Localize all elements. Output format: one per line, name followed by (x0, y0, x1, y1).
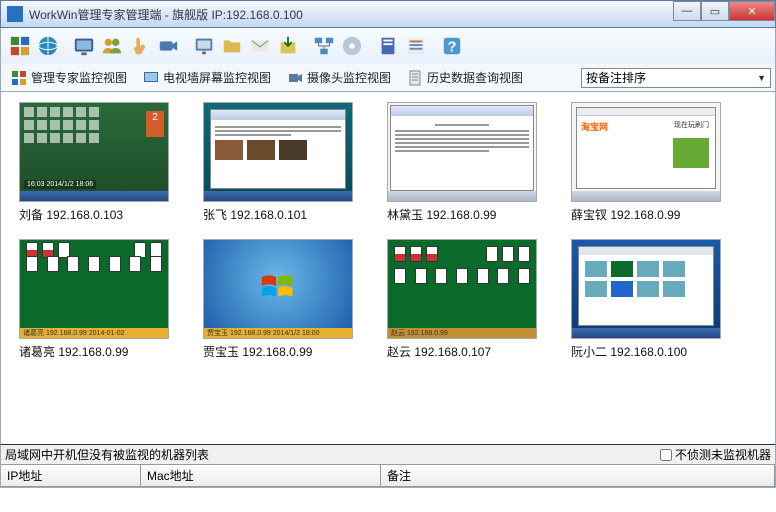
window-controls: — ▭ ✕ (673, 1, 775, 21)
window-title: WorkWin管理专家管理端 - 旗舰版 IP:192.168.0.100 (29, 6, 303, 23)
client-thumb[interactable]: 阮小二 192.168.0.100 (571, 239, 721, 360)
client-thumb[interactable]: 张飞 192.168.0.101 (203, 102, 353, 223)
svg-text:?: ? (448, 40, 457, 56)
maximize-button[interactable]: ▭ (701, 1, 729, 21)
client-caption: 阮小二 192.168.0.100 (571, 343, 687, 360)
thumbnail-grid: 2 16:03 2014/1/2 18:06 刘备 192.168.0.103 … (0, 92, 776, 444)
client-caption: 贾宝玉 192.168.0.99 (203, 343, 312, 360)
tab-label: 历史数据查询视图 (427, 69, 523, 86)
screenshot-preview: 赵云 192.168.0.99 (387, 239, 537, 339)
disc-icon[interactable] (339, 33, 365, 59)
tab-expert-monitor[interactable]: 管理专家监控视图 (5, 67, 133, 88)
status-strip: 赵云 192.168.0.99 (388, 328, 536, 338)
tv-icon (143, 70, 159, 86)
client-thumb[interactable]: 赵云 192.168.0.99 赵云 192.168.0.107 (387, 239, 537, 360)
globe-icon[interactable] (35, 33, 61, 59)
checkbox-input[interactable] (660, 449, 672, 461)
panel-title: 局域网中开机但没有被监视的机器列表 (5, 446, 209, 463)
client-caption: 诸葛亮 192.168.0.99 (19, 343, 128, 360)
client-thumb[interactable]: 诸葛亮 192.168.0.99 2014-01-02 诸葛亮 192.168.… (19, 239, 169, 360)
minimize-button[interactable]: — (673, 1, 701, 21)
status-strip: 贾宝玉 192.168.0.99 2014/1/2 18:00 (204, 328, 352, 338)
client-caption: 林黛玉 192.168.0.99 (387, 206, 496, 223)
chevron-down-icon: ▼ (757, 73, 766, 83)
users-icon[interactable] (99, 33, 125, 59)
client-caption: 刘备 192.168.0.103 (19, 206, 123, 223)
screenshot-preview: 2 16:03 2014/1/2 18:06 (19, 102, 169, 202)
unmonitored-panel: 局域网中开机但没有被监视的机器列表 不侦测未监视机器 IP地址 Mac地址 备注 (0, 444, 776, 488)
sort-selected-value: 按备注排序 (586, 69, 646, 86)
panel-header: 局域网中开机但没有被监视的机器列表 不侦测未监视机器 (1, 445, 775, 465)
camera-icon[interactable] (155, 33, 181, 59)
calendar-widget: 2 (146, 111, 164, 137)
clock-overlay: 16:03 2014/1/2 18:06 (24, 180, 96, 189)
grid-icon (11, 70, 27, 86)
hand-icon[interactable] (127, 33, 153, 59)
help-icon[interactable]: ? (439, 33, 465, 59)
folder-icon[interactable] (219, 33, 245, 59)
screens-icon[interactable] (7, 33, 33, 59)
checkbox-label: 不侦测未监视机器 (675, 446, 771, 463)
document-icon (407, 70, 423, 86)
windows-logo-icon (260, 271, 296, 301)
main-toolbar: ? (0, 28, 776, 64)
export-icon[interactable] (275, 33, 301, 59)
tab-history-query[interactable]: 历史数据查询视图 (401, 67, 529, 88)
screenshot-preview: 诸葛亮 192.168.0.99 2014-01-02 (19, 239, 169, 339)
app-icon (7, 6, 23, 22)
view-tabs: 管理专家监控视图 电视墙屏幕监控视图 摄像头监控视图 历史数据查询视图 按备注排… (0, 64, 776, 92)
screenshot-preview: 贾宝玉 192.168.0.99 2014/1/2 18:00 (203, 239, 353, 339)
col-ip[interactable]: IP地址 (1, 465, 141, 487)
network-icon[interactable] (311, 33, 337, 59)
monitor-icon[interactable] (71, 33, 97, 59)
client-caption: 张飞 192.168.0.101 (203, 206, 307, 223)
status-strip: 诸葛亮 192.168.0.99 2014-01-02 (20, 328, 168, 338)
col-mac[interactable]: Mac地址 (141, 465, 381, 487)
no-detect-checkbox[interactable]: 不侦测未监视机器 (660, 446, 771, 463)
sort-dropdown[interactable]: 按备注排序 ▼ (581, 68, 771, 88)
tab-label: 摄像头监控视图 (307, 69, 391, 86)
display-icon[interactable] (191, 33, 217, 59)
tab-tvwall-monitor[interactable]: 电视墙屏幕监控视图 (137, 67, 277, 88)
client-thumb[interactable]: 淘宝网 现在玩刷门 薛宝钗 192.168.0.99 (571, 102, 721, 223)
table-header: IP地址 Mac地址 备注 (1, 465, 775, 487)
mail-icon[interactable] (247, 33, 273, 59)
client-caption: 薛宝钗 192.168.0.99 (571, 206, 680, 223)
webcam-icon (287, 70, 303, 86)
screenshot-preview (571, 239, 721, 339)
screenshot-preview (203, 102, 353, 202)
notebook-icon[interactable] (375, 33, 401, 59)
titlebar: WorkWin管理专家管理端 - 旗舰版 IP:192.168.0.100 — … (0, 0, 776, 28)
tab-camera-monitor[interactable]: 摄像头监控视图 (281, 67, 397, 88)
screenshot-preview (387, 102, 537, 202)
screenshot-preview: 淘宝网 现在玩刷门 (571, 102, 721, 202)
tab-label: 电视墙屏幕监控视图 (163, 69, 271, 86)
tab-label: 管理专家监控视图 (31, 69, 127, 86)
client-thumb[interactable]: 贾宝玉 192.168.0.99 2014/1/2 18:00 贾宝玉 192.… (203, 239, 353, 360)
list-icon[interactable] (403, 33, 429, 59)
site-logo: 淘宝网 (581, 120, 608, 133)
client-thumb[interactable]: 2 16:03 2014/1/2 18:06 刘备 192.168.0.103 (19, 102, 169, 223)
col-note[interactable]: 备注 (381, 465, 775, 487)
client-caption: 赵云 192.168.0.107 (387, 343, 491, 360)
client-thumb[interactable]: 林黛玉 192.168.0.99 (387, 102, 537, 223)
close-button[interactable]: ✕ (729, 1, 775, 21)
